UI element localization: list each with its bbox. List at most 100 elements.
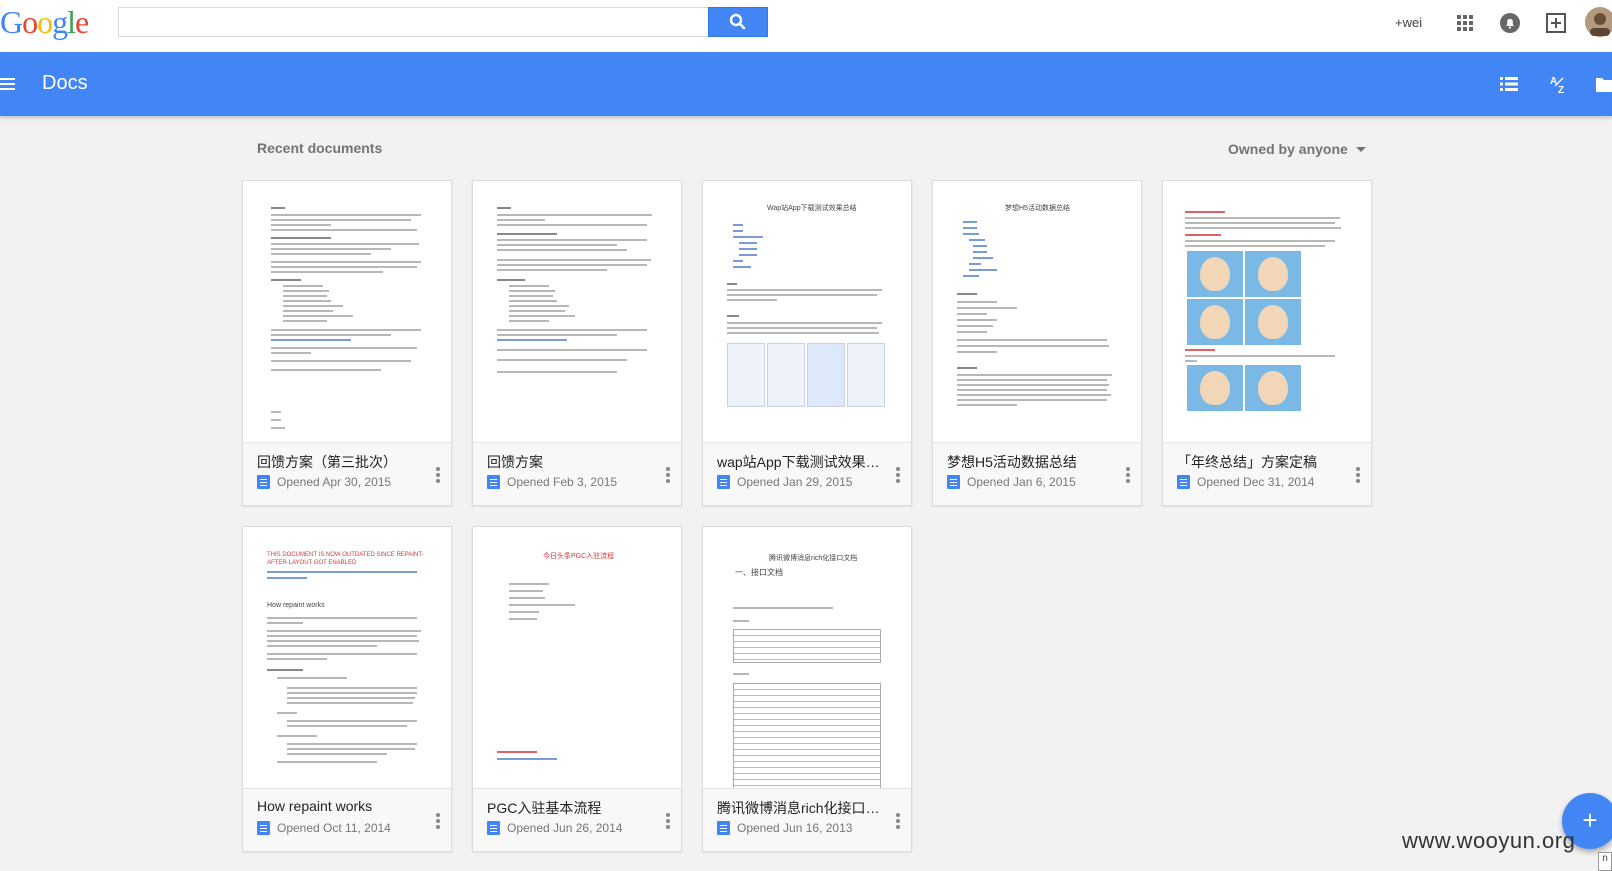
google-doc-icon — [717, 475, 730, 489]
document-title[interactable]: wap站App下载测试效果总结 — [717, 452, 885, 472]
document-card[interactable]: THIS DOCUMENT IS NOW OUTDATED SINCE REPA… — [242, 526, 452, 852]
document-card[interactable]: 腾讯微博消息rich化接口文档 一、接口文档 腾讯微博消息rich化接口文档 O… — [702, 526, 912, 852]
document-thumbnail: THIS DOCUMENT IS NOW OUTDATED SINCE REPA… — [243, 527, 451, 789]
more-options-icon[interactable] — [665, 467, 671, 485]
owner-filter-dropdown[interactable]: Owned by anyone — [1228, 141, 1366, 157]
docs-header: Docs A Z — [0, 52, 1612, 116]
google-doc-icon — [947, 475, 960, 489]
more-options-icon[interactable] — [895, 813, 901, 831]
thumbnail-heading: 今日头条PGC入驻流程 — [543, 553, 615, 560]
dropdown-caret-icon — [1355, 146, 1366, 152]
document-thumbnail: 梦想H5活动数据总结 — [933, 181, 1141, 443]
page-title: Docs — [42, 72, 88, 94]
opened-date: Opened Dec 31, 2014 — [1197, 475, 1315, 489]
thumbnail-subheading: How repaint works — [267, 602, 325, 609]
document-card[interactable]: 回馈方案 Opened Feb 3, 2015 — [472, 180, 682, 506]
watermark: www.wooyun.org — [1402, 828, 1576, 853]
document-card[interactable]: 梦想H5活动数据总结 梦想H5活动数据总结 Opened Jan 6, 2015 — [932, 180, 1142, 506]
document-card[interactable]: 今日头条PGC入驻流程 PGC入驻基本流程 Opened Jun 26, 201… — [472, 526, 682, 852]
opened-date: Opened Apr 30, 2015 — [277, 475, 392, 489]
document-card-footer: How repaint works Opened Oct 11, 2014 — [243, 789, 451, 851]
document-card-footer: 梦想H5活动数据总结 Opened Jan 6, 2015 — [933, 443, 1141, 505]
document-title[interactable]: How repaint works — [257, 798, 425, 814]
search-icon — [729, 13, 746, 30]
avatar-illustration — [1245, 299, 1301, 345]
avatar-illustration — [1187, 299, 1243, 345]
document-card-footer: 回馈方案 Opened Feb 3, 2015 — [473, 443, 681, 505]
google-doc-icon — [257, 475, 270, 489]
document-title[interactable]: 回馈方案（第三批次） — [257, 452, 425, 472]
document-card-footer: wap站App下载测试效果总结 Opened Jan 29, 2015 — [703, 443, 911, 505]
document-meta: Opened Oct 11, 2014 — [257, 821, 391, 835]
document-title[interactable]: PGC入驻基本流程 — [487, 798, 655, 818]
google-logo[interactable]: Google — [0, 4, 89, 41]
document-meta: Opened Jun 16, 2013 — [717, 821, 852, 835]
document-title[interactable]: 回馈方案 — [487, 452, 655, 472]
thumbnail-heading: 腾讯微博消息rich化接口文档 — [769, 555, 858, 562]
document-meta: Opened Feb 3, 2015 — [487, 475, 617, 489]
thumbnail-subheading: 一、接口文档 — [735, 568, 783, 577]
document-thumbnail: 今日头条PGC入驻流程 — [473, 527, 681, 789]
thumbnail-heading: Wap站App下载测试效果总结 — [767, 205, 857, 212]
google-doc-icon — [717, 821, 730, 835]
account-avatar[interactable] — [1584, 6, 1612, 38]
opened-date: Opened Oct 11, 2014 — [277, 821, 391, 835]
document-card[interactable]: 「年终总结」方案定稿 Opened Dec 31, 2014 — [1162, 180, 1372, 506]
avatar-illustration — [1187, 251, 1243, 297]
notifications-bell-icon[interactable] — [1498, 11, 1522, 35]
document-title[interactable]: 腾讯微博消息rich化接口文档 — [717, 798, 885, 818]
owner-filter-label: Owned by anyone — [1228, 141, 1348, 157]
google-bar: Google +wei — [0, 0, 1612, 52]
document-card-footer: 「年终总结」方案定稿 Opened Dec 31, 2014 — [1163, 443, 1371, 505]
opened-date: Opened Feb 3, 2015 — [507, 475, 618, 489]
document-meta: Opened Jan 6, 2015 — [947, 475, 1076, 489]
thumbnail-heading: 梦想H5活动数据总结 — [1005, 205, 1070, 212]
more-options-icon[interactable] — [665, 813, 671, 831]
avatar-illustration — [1245, 251, 1301, 297]
recent-documents-heading: Recent documents — [257, 140, 383, 156]
thumbnail-heading: THIS DOCUMENT IS NOW OUTDATED SINCE REPA… — [267, 552, 424, 566]
search-input[interactable] — [118, 7, 708, 37]
google-doc-icon — [487, 475, 500, 489]
list-view-icon[interactable] — [1497, 72, 1521, 96]
more-options-icon[interactable] — [435, 467, 441, 485]
document-meta: Opened Apr 30, 2015 — [257, 475, 391, 489]
document-meta: Opened Dec 31, 2014 — [1177, 475, 1314, 489]
share-add-icon[interactable] — [1544, 11, 1568, 35]
google-doc-icon — [257, 821, 270, 835]
opened-date: Opened Jun 16, 2013 — [737, 821, 853, 835]
main-menu-icon[interactable] — [0, 72, 20, 96]
more-options-icon[interactable] — [435, 813, 441, 831]
document-meta: Opened Jun 26, 2014 — [487, 821, 622, 835]
more-options-icon[interactable] — [1125, 467, 1131, 485]
document-card[interactable]: Wap站App下载测试效果总结 wap站App下载测试效果总结 Opened J… — [702, 180, 912, 506]
google-doc-icon — [487, 821, 500, 835]
document-thumbnail — [243, 181, 451, 443]
sort-az-icon[interactable]: A Z — [1547, 72, 1571, 96]
folder-icon[interactable] — [1596, 72, 1612, 96]
thumbnail-table — [733, 629, 881, 663]
opened-date: Opened Jan 29, 2015 — [737, 475, 853, 489]
corner-label: n — [1598, 852, 1612, 871]
search-button[interactable] — [708, 7, 768, 37]
opened-date: Opened Jun 26, 2014 — [507, 821, 623, 835]
document-card[interactable]: 回馈方案（第三批次） Opened Apr 30, 2015 — [242, 180, 452, 506]
document-card-footer: 回馈方案（第三批次） Opened Apr 30, 2015 — [243, 443, 451, 505]
user-name-link[interactable]: +wei — [1395, 0, 1422, 44]
document-thumbnail — [1163, 181, 1371, 443]
apps-grid-icon[interactable] — [1453, 11, 1477, 35]
document-title[interactable]: 梦想H5活动数据总结 — [947, 452, 1115, 472]
document-thumbnail — [473, 181, 681, 443]
avatar-illustration — [1245, 365, 1301, 411]
svg-text:Z: Z — [1558, 85, 1564, 96]
opened-date: Opened Jan 6, 2015 — [967, 475, 1076, 489]
more-options-icon[interactable] — [895, 467, 901, 485]
document-thumbnail: Wap站App下载测试效果总结 — [703, 181, 911, 443]
document-card-footer: PGC入驻基本流程 Opened Jun 26, 2014 — [473, 789, 681, 851]
document-meta: Opened Jan 29, 2015 — [717, 475, 852, 489]
document-thumbnail: 腾讯微博消息rich化接口文档 一、接口文档 — [703, 527, 911, 789]
document-card-footer: 腾讯微博消息rich化接口文档 Opened Jun 16, 2013 — [703, 789, 911, 851]
thumbnail-table — [733, 683, 881, 788]
document-title[interactable]: 「年终总结」方案定稿 — [1177, 452, 1345, 472]
more-options-icon[interactable] — [1355, 467, 1361, 485]
